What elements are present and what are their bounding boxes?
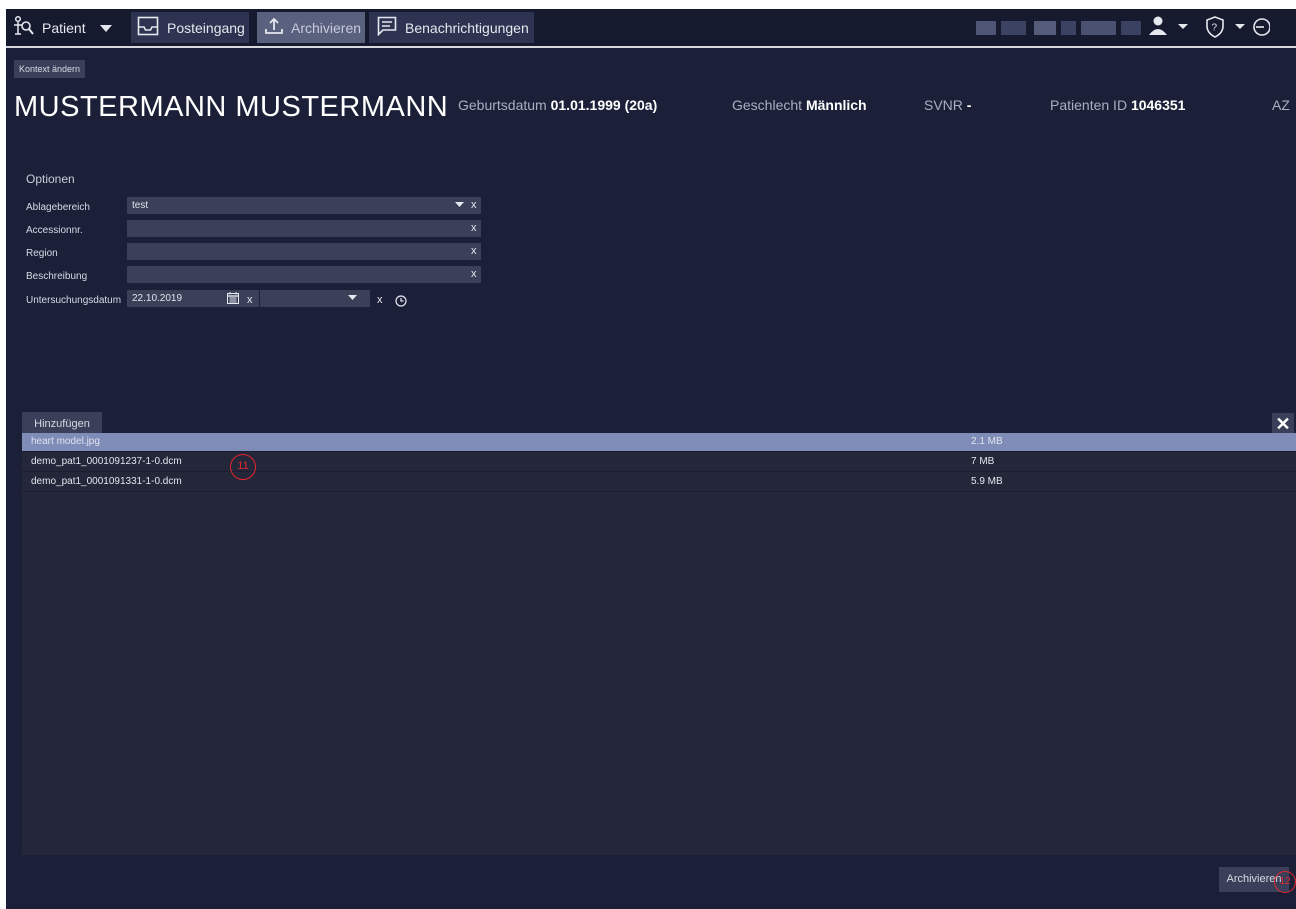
user-menu-button[interactable] bbox=[1148, 15, 1192, 44]
file-size: 5.9 MB bbox=[971, 476, 1003, 487]
step-marker: 12 bbox=[1274, 871, 1296, 893]
description-clear-button[interactable]: x bbox=[471, 266, 477, 283]
shield-help-icon: ? bbox=[1204, 16, 1271, 43]
file-row[interactable]: demo_pat1_0001091237-1-0.dcm 7 MB bbox=[22, 453, 1296, 472]
pid-label: Patienten ID bbox=[1050, 97, 1128, 113]
step-marker: 11 bbox=[230, 454, 256, 480]
file-size: 2.1 MB bbox=[971, 436, 1003, 447]
archive-nav-button[interactable]: Archivieren bbox=[257, 12, 365, 43]
file-size: 7 MB bbox=[971, 456, 995, 467]
file-row[interactable]: demo_pat1_0001091331-1-0.dcm 5.9 MB bbox=[22, 473, 1296, 492]
storage-area-value: test bbox=[132, 200, 149, 211]
clear-list-button[interactable]: ✕ bbox=[1272, 413, 1294, 435]
chevron-down-icon bbox=[99, 20, 112, 36]
file-list: heart model.jpg 2.1 MB demo_pat1_0001091… bbox=[22, 433, 1296, 855]
exam-date-value: 22.10.2019 bbox=[132, 293, 183, 304]
svnr-value: - bbox=[966, 97, 972, 113]
pid-value: 1046351 bbox=[1130, 97, 1186, 113]
patient-sex: Geschlecht Männlich bbox=[732, 97, 867, 113]
message-icon bbox=[377, 16, 397, 39]
options-title: Optionen bbox=[26, 172, 75, 186]
file-row[interactable]: heart model.jpg 2.1 MB bbox=[22, 433, 1296, 452]
patient-search-icon bbox=[12, 15, 34, 40]
patient-az: AZ bbox=[1272, 97, 1290, 113]
file-name: heart model.jpg bbox=[31, 436, 100, 447]
top-navigation-bar: Patient Posteingang Archivieren Benachri… bbox=[6, 9, 1296, 48]
file-name: demo_pat1_0001091237-1-0.dcm bbox=[31, 456, 182, 467]
help-menu-button[interactable]: ? bbox=[1204, 15, 1271, 44]
exam-time-select[interactable] bbox=[260, 290, 370, 307]
exam-time-clear-button[interactable]: x bbox=[377, 294, 383, 306]
sex-value: Männlich bbox=[805, 97, 867, 113]
change-context-button[interactable]: Kontext ändern bbox=[14, 60, 86, 78]
svnr-label: SVNR bbox=[924, 97, 963, 113]
exam-date-label: Untersuchungsdatum bbox=[26, 295, 122, 306]
patient-svnr: SVNR - bbox=[924, 97, 971, 113]
notifications-button[interactable]: Benachrichtigungen bbox=[369, 12, 534, 43]
inbox-label: Posteingang bbox=[167, 19, 245, 36]
caret-down-icon bbox=[455, 197, 464, 214]
caret-down-icon bbox=[348, 290, 357, 307]
archive-nav-label: Archivieren bbox=[291, 19, 362, 36]
region-clear-button[interactable]: x bbox=[471, 243, 477, 260]
sex-label: Geschlecht bbox=[732, 97, 803, 113]
clock-icon[interactable] bbox=[395, 294, 407, 312]
dob-label: Geburtsdatum bbox=[458, 97, 547, 113]
storage-area-label: Ablagebereich bbox=[26, 202, 90, 213]
dob-value: 01.01.1999 (20a) bbox=[550, 97, 658, 113]
inbox-icon bbox=[137, 16, 159, 39]
storage-area-clear-button[interactable]: x bbox=[471, 197, 477, 214]
description-label: Beschreibung bbox=[26, 271, 88, 282]
exam-date-clear-button[interactable]: x bbox=[247, 294, 253, 306]
storage-area-select[interactable]: test x bbox=[127, 197, 481, 214]
exam-date-input[interactable]: 22.10.2019 bbox=[127, 290, 259, 307]
patient-name: MUSTERMANN MUSTERMANN bbox=[14, 91, 449, 123]
svg-text:?: ? bbox=[1212, 23, 1218, 34]
upload-icon bbox=[265, 17, 283, 38]
app-window: Patient Posteingang Archivieren Benachri… bbox=[6, 9, 1296, 909]
patient-menu-button[interactable]: Patient bbox=[12, 12, 127, 43]
accession-label: Accessionnr. bbox=[26, 225, 83, 236]
user-icon bbox=[1148, 16, 1192, 43]
region-label: Region bbox=[26, 248, 58, 259]
accession-clear-button[interactable]: x bbox=[471, 220, 477, 237]
az-label: AZ bbox=[1272, 97, 1290, 113]
patient-menu-label: Patient bbox=[42, 19, 86, 36]
inbox-button[interactable]: Posteingang bbox=[131, 12, 249, 43]
notifications-label: Benachrichtigungen bbox=[405, 19, 529, 36]
patient-dob: Geburtsdatum 01.01.1999 (20a) bbox=[458, 97, 657, 113]
patient-id: Patienten ID 1046351 bbox=[1050, 97, 1185, 113]
file-name: demo_pat1_0001091331-1-0.dcm bbox=[31, 476, 182, 487]
accession-input[interactable]: x bbox=[127, 220, 481, 237]
calendar-icon[interactable] bbox=[227, 292, 239, 310]
region-input[interactable]: x bbox=[127, 243, 481, 260]
description-input[interactable]: x bbox=[127, 266, 481, 283]
